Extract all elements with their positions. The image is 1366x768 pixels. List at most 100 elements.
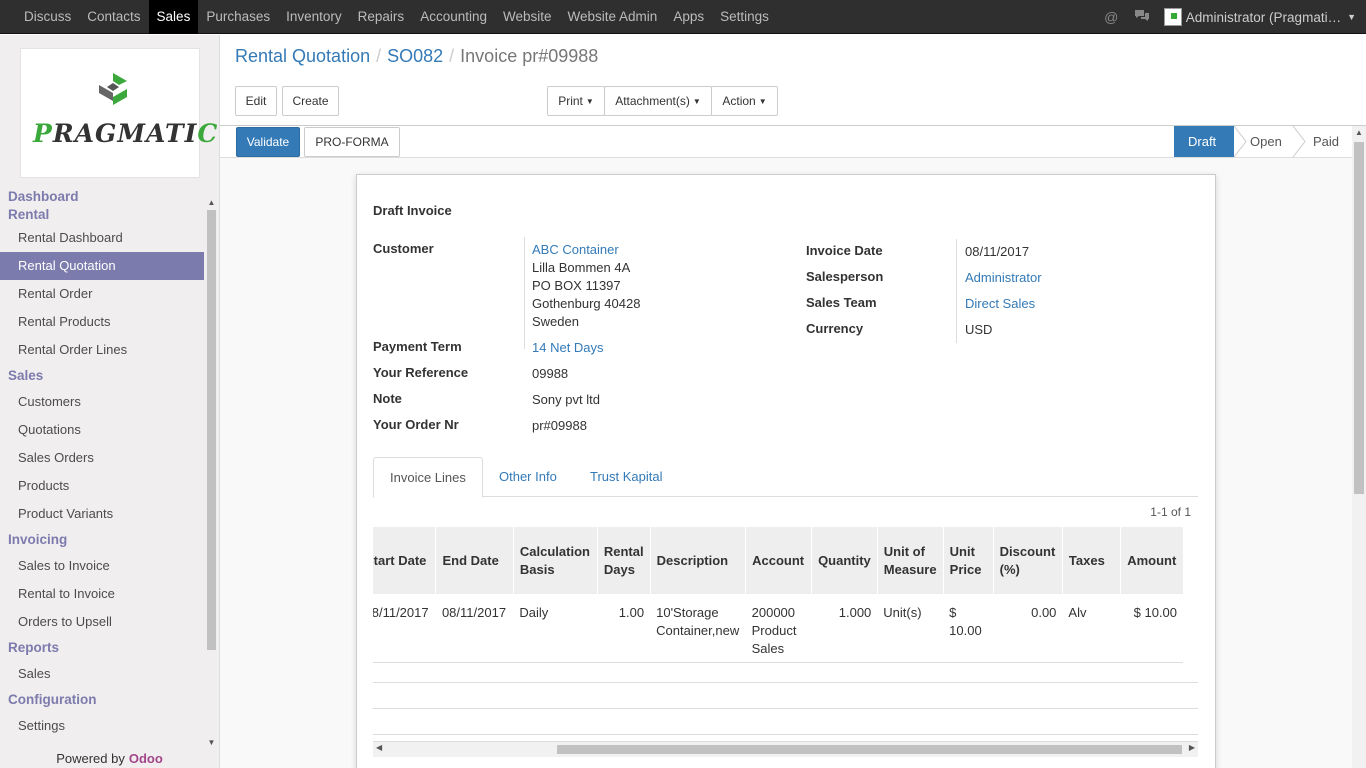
scroll-left-icon[interactable]: ◀: [376, 743, 382, 752]
col-discount[interactable]: Discount (%): [992, 527, 1063, 594]
sidebar-item-orders-to-upsell[interactable]: Orders to Upsell: [0, 608, 206, 636]
cell-end-date: 08/11/2017: [435, 594, 514, 663]
menu-apps[interactable]: Apps: [665, 0, 712, 34]
col-end-date[interactable]: End Date: [435, 527, 514, 594]
sales-team-link[interactable]: Direct Sales: [965, 296, 1035, 311]
sales-team-label: Sales Team: [806, 295, 877, 310]
sidebar-scrollbar[interactable]: ▲ ▼: [206, 198, 217, 748]
empty-row-line: [373, 682, 1198, 683]
col-description[interactable]: Description: [649, 527, 746, 594]
scroll-up-icon[interactable]: ▲: [206, 198, 217, 207]
payment-term-link[interactable]: 14 Net Days: [532, 340, 604, 355]
menu-repairs[interactable]: Repairs: [350, 0, 413, 34]
scrollbar-thumb[interactable]: [557, 745, 1182, 754]
proforma-button[interactable]: PRO-FORMA: [304, 127, 400, 157]
menu-website-admin[interactable]: Website Admin: [560, 0, 666, 34]
menu-purchases[interactable]: Purchases: [198, 0, 278, 34]
tab-invoice-lines[interactable]: Invoice Lines: [373, 457, 483, 498]
menu-website[interactable]: Website: [495, 0, 560, 34]
col-rental-days[interactable]: Rental Days: [596, 527, 651, 594]
sidebar-item-rental-products[interactable]: Rental Products: [0, 308, 206, 336]
chevron-down-icon: ▼: [1347, 12, 1356, 22]
user-menu[interactable]: Administrator (Pragmati… ▼: [1158, 8, 1366, 26]
validate-button[interactable]: Validate: [236, 127, 300, 157]
menu-discuss[interactable]: Discuss: [16, 0, 79, 34]
cell-uom: Unit(s): [877, 594, 944, 663]
sidebar-section-dashboard[interactable]: Dashboard: [0, 188, 206, 206]
create-button[interactable]: Create: [282, 86, 339, 116]
print-button[interactable]: Print ▼: [547, 86, 605, 116]
empty-row-line: [373, 734, 1198, 735]
table-horizontal-scrollbar[interactable]: ◀ ▶: [373, 741, 1198, 757]
payment-term-label: Payment Term: [373, 339, 462, 354]
scroll-right-icon[interactable]: ▶: [1189, 743, 1195, 752]
sidebar-item-sales-orders[interactable]: Sales Orders: [0, 444, 206, 472]
sidebar-item-settings[interactable]: Settings: [0, 712, 206, 740]
col-account[interactable]: Account: [745, 527, 812, 594]
breadcrumb-rental-quotation[interactable]: Rental Quotation: [235, 46, 370, 67]
sidebar-section-rental: Rental: [8, 207, 50, 222]
scroll-down-icon[interactable]: ▼: [206, 738, 217, 747]
col-taxes[interactable]: Taxes: [1061, 527, 1121, 594]
sidebar-section-reports: Reports: [8, 640, 60, 655]
chat-icon[interactable]: [1127, 0, 1158, 34]
sidebar-item-quotations[interactable]: Quotations: [0, 416, 206, 444]
col-start-date[interactable]: Start Date: [373, 527, 436, 594]
user-name: Administrator (Pragmati…: [1185, 9, 1342, 25]
sidebar-item-sales-to-invoice[interactable]: Sales to Invoice: [0, 552, 206, 580]
breadcrumb-so[interactable]: SO082: [387, 46, 443, 67]
main-scrollbar[interactable]: ▲: [1352, 126, 1366, 768]
pager[interactable]: 1-1 of 1: [1150, 505, 1191, 519]
sidebar-item-rental-order[interactable]: Rental Order: [0, 280, 206, 308]
table-header-row: Start Date End Date CalculationBasis Ren…: [373, 527, 1183, 594]
breadcrumb: Rental Quotation / SO082 / Invoice pr#09…: [235, 46, 598, 67]
sidebar-item-products[interactable]: Products: [0, 472, 206, 500]
menu-accounting[interactable]: Accounting: [412, 0, 495, 34]
sidebar-item-rental-order-lines[interactable]: Rental Order Lines: [0, 336, 206, 364]
action-button[interactable]: Action ▼: [711, 86, 778, 116]
note-label: Note: [373, 391, 402, 406]
invoice-date-label: Invoice Date: [806, 243, 883, 258]
breadcrumb-separator: /: [449, 46, 455, 66]
scroll-up-icon[interactable]: ▲: [1352, 128, 1366, 137]
col-amount[interactable]: Amount: [1120, 527, 1183, 594]
salesperson-link[interactable]: Administrator: [965, 270, 1042, 285]
powered-by-label: Powered by: [56, 751, 125, 766]
sidebar-item-rental-quotation[interactable]: Rental Quotation: [0, 252, 204, 280]
scrollbar-thumb[interactable]: [207, 210, 216, 650]
customer-link[interactable]: ABC Container: [532, 242, 619, 257]
stage-paid[interactable]: Paid: [1293, 126, 1352, 157]
mention-icon[interactable]: @: [1096, 0, 1127, 34]
stage-draft[interactable]: Draft: [1174, 126, 1234, 157]
sidebar-item-customers[interactable]: Customers: [0, 388, 206, 416]
avatar: [1163, 8, 1182, 26]
odoo-link[interactable]: Odoo: [129, 751, 163, 766]
sidebar-item-rental-dashboard[interactable]: Rental Dashboard: [0, 224, 206, 252]
cell-basis: Daily: [513, 594, 598, 663]
cell-description: 10'Storage Container,new: [650, 594, 746, 663]
control-panel: Rental Quotation / SO082 / Invoice pr#09…: [220, 34, 1366, 126]
sidebar-item-product-variants[interactable]: Product Variants: [0, 500, 206, 528]
menu-settings[interactable]: Settings: [712, 0, 777, 34]
action-label: Action: [722, 94, 756, 108]
col-unit-price[interactable]: Unit Price: [942, 527, 994, 594]
sidebar-item-reports-sales[interactable]: Sales: [0, 660, 206, 688]
menu-contacts[interactable]: Contacts: [79, 0, 148, 34]
stage-open[interactable]: Open: [1234, 126, 1293, 157]
tab-other-info[interactable]: Other Info: [483, 457, 573, 497]
edit-button[interactable]: Edit: [235, 86, 277, 116]
attachments-button[interactable]: Attachment(s) ▼: [604, 86, 712, 116]
col-quantity[interactable]: Quantity: [811, 527, 878, 594]
table-row[interactable]: 08/11/2017 08/11/2017 Daily 1.00 10'Stor…: [373, 594, 1183, 663]
sidebar-item-rental-to-invoice[interactable]: Rental to Invoice: [0, 580, 206, 608]
scrollbar-thumb[interactable]: [1354, 142, 1364, 494]
sidebar-menu: Dashboard Rental Rental Dashboard Rental…: [0, 188, 206, 748]
col-calculation-basis[interactable]: Calculation Basis: [512, 527, 598, 594]
menu-inventory[interactable]: Inventory: [278, 0, 350, 34]
logo-text: PRAGMATIC: [33, 119, 219, 148]
menu-sales[interactable]: Sales: [148, 0, 199, 34]
col-unit-of-measure[interactable]: Unit of Measure: [876, 527, 944, 594]
tab-trust-kapital[interactable]: Trust Kapital: [574, 457, 679, 497]
cell-unit-price: $ 10.00: [943, 594, 994, 663]
customer-address-line: Sweden: [532, 314, 579, 329]
